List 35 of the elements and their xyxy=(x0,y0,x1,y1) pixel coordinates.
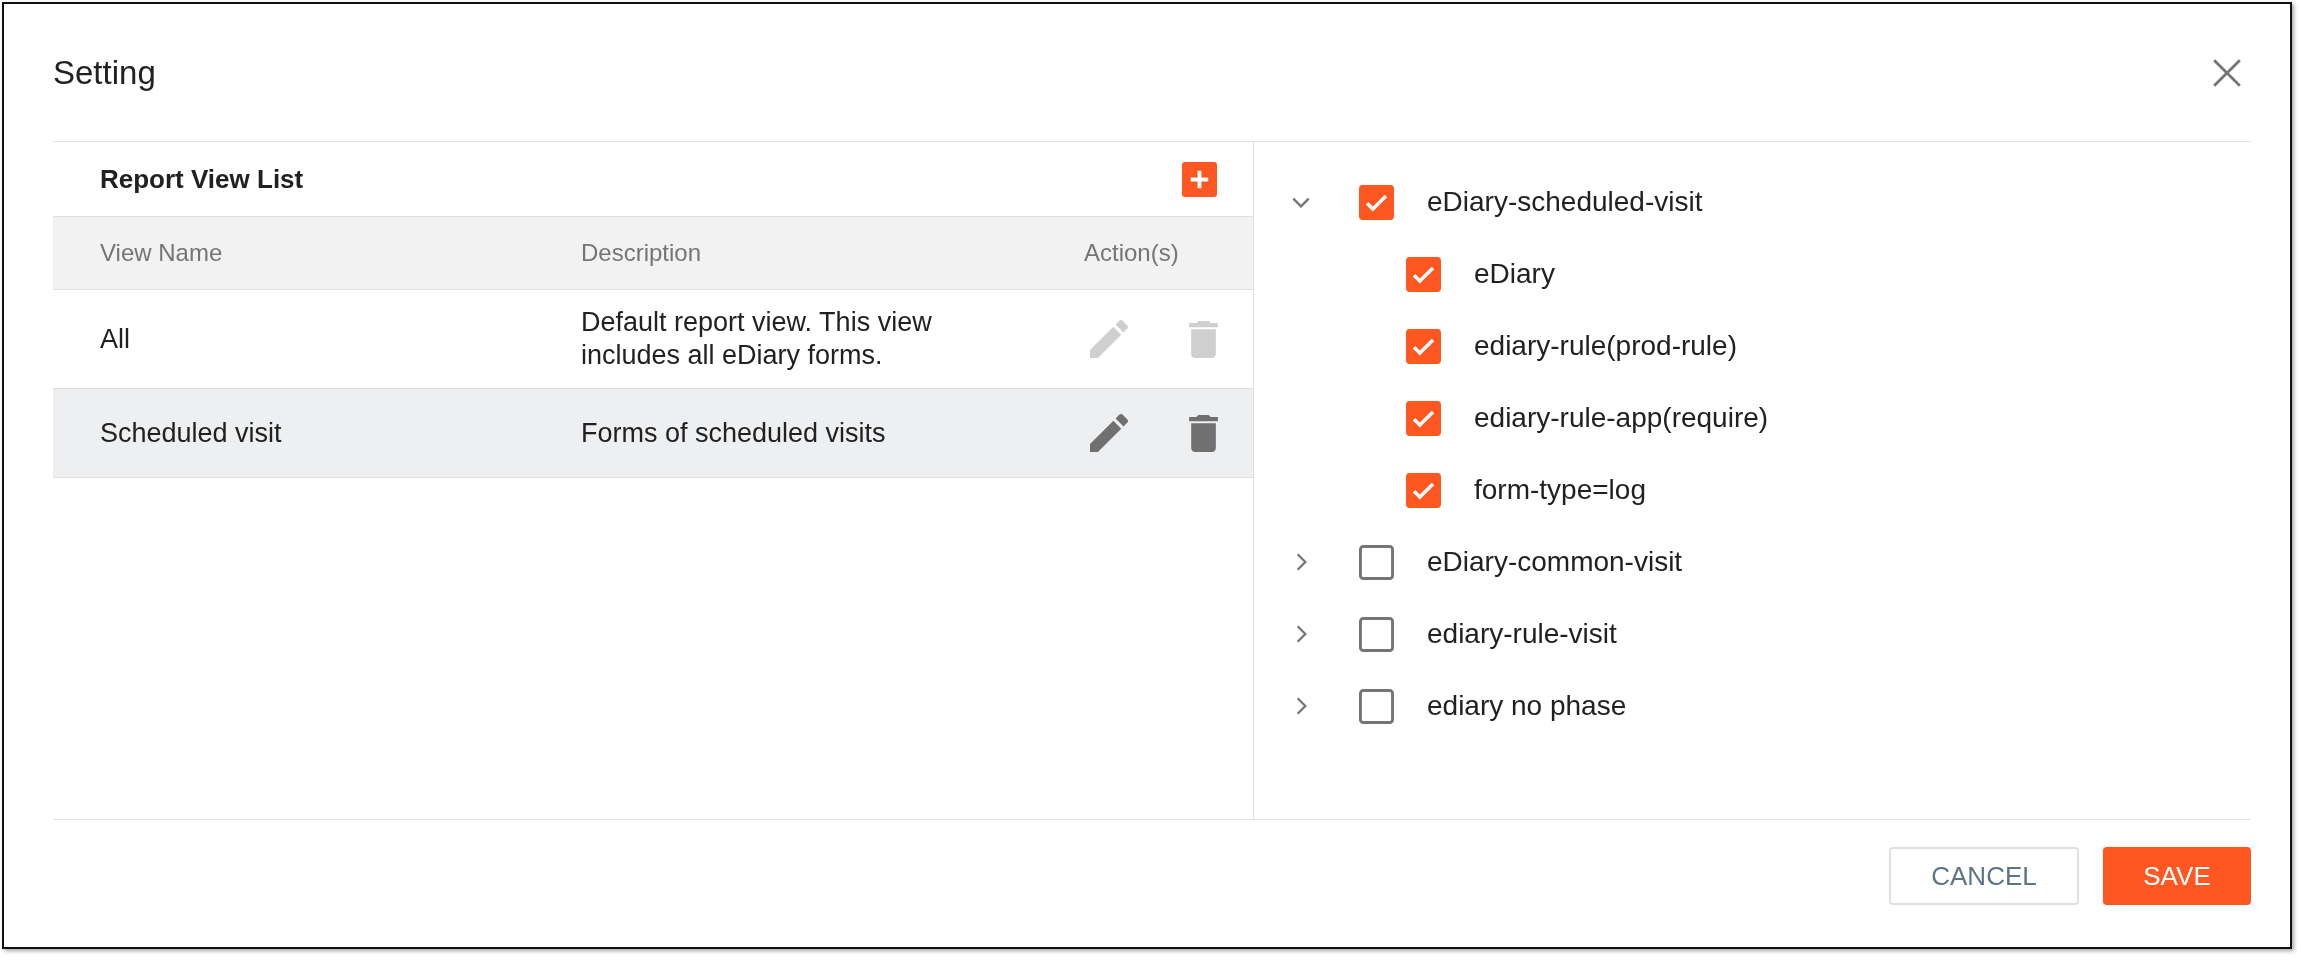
tree-item-label: ediary-rule(prod-rule) xyxy=(1474,330,1737,362)
chevron-right-icon[interactable] xyxy=(1295,697,1307,715)
table-row[interactable]: Scheduled visit Forms of scheduled visits xyxy=(53,389,1253,478)
checkbox[interactable] xyxy=(1359,544,1394,580)
table-cell-text: All xyxy=(99,322,131,356)
table-cell-text: Default report view. This view includes all eDiary forms. xyxy=(581,306,933,372)
close-icon[interactable] xyxy=(2213,58,2241,87)
cancel-button[interactable]: CANCEL xyxy=(1889,847,2079,905)
checkbox[interactable] xyxy=(1406,328,1441,364)
chevron-right-icon[interactable] xyxy=(1295,625,1307,643)
tree-item-label: eDiary-common-visit xyxy=(1427,546,1683,578)
pencil-icon[interactable] xyxy=(1090,414,1128,452)
tree-item-label: eDiary xyxy=(1474,258,1555,290)
checkbox[interactable] xyxy=(1359,184,1394,220)
trash-icon[interactable] xyxy=(1189,414,1218,452)
column-header: View Name xyxy=(99,239,224,267)
checkbox[interactable] xyxy=(1406,256,1441,292)
dialog-title: Setting xyxy=(53,53,156,92)
checkbox[interactable] xyxy=(1359,688,1394,724)
plus-icon[interactable] xyxy=(1182,161,1217,197)
table-cell-text: Scheduled visit xyxy=(99,416,283,450)
table-cell-text: Forms of scheduled visits xyxy=(581,416,887,450)
column-header: Action(s) xyxy=(1084,239,1180,267)
tree-item-label: ediary-rule-app(require) xyxy=(1474,402,1769,434)
column-header: Description xyxy=(581,239,703,267)
tree-item-label: eDiary-scheduled-visit xyxy=(1427,186,1703,218)
tree-item-label: ediary-rule-visit xyxy=(1427,618,1617,650)
list-title: Report View List xyxy=(100,163,304,195)
checkbox[interactable] xyxy=(1406,400,1441,436)
tree-item-label: ediary no phase xyxy=(1427,690,1627,722)
chevron-down-icon[interactable] xyxy=(1292,196,1310,208)
chevron-right-icon[interactable] xyxy=(1295,553,1307,571)
checkbox[interactable] xyxy=(1359,616,1394,652)
checkbox[interactable] xyxy=(1406,472,1441,508)
tree-item-label: form-type=log xyxy=(1474,474,1646,506)
